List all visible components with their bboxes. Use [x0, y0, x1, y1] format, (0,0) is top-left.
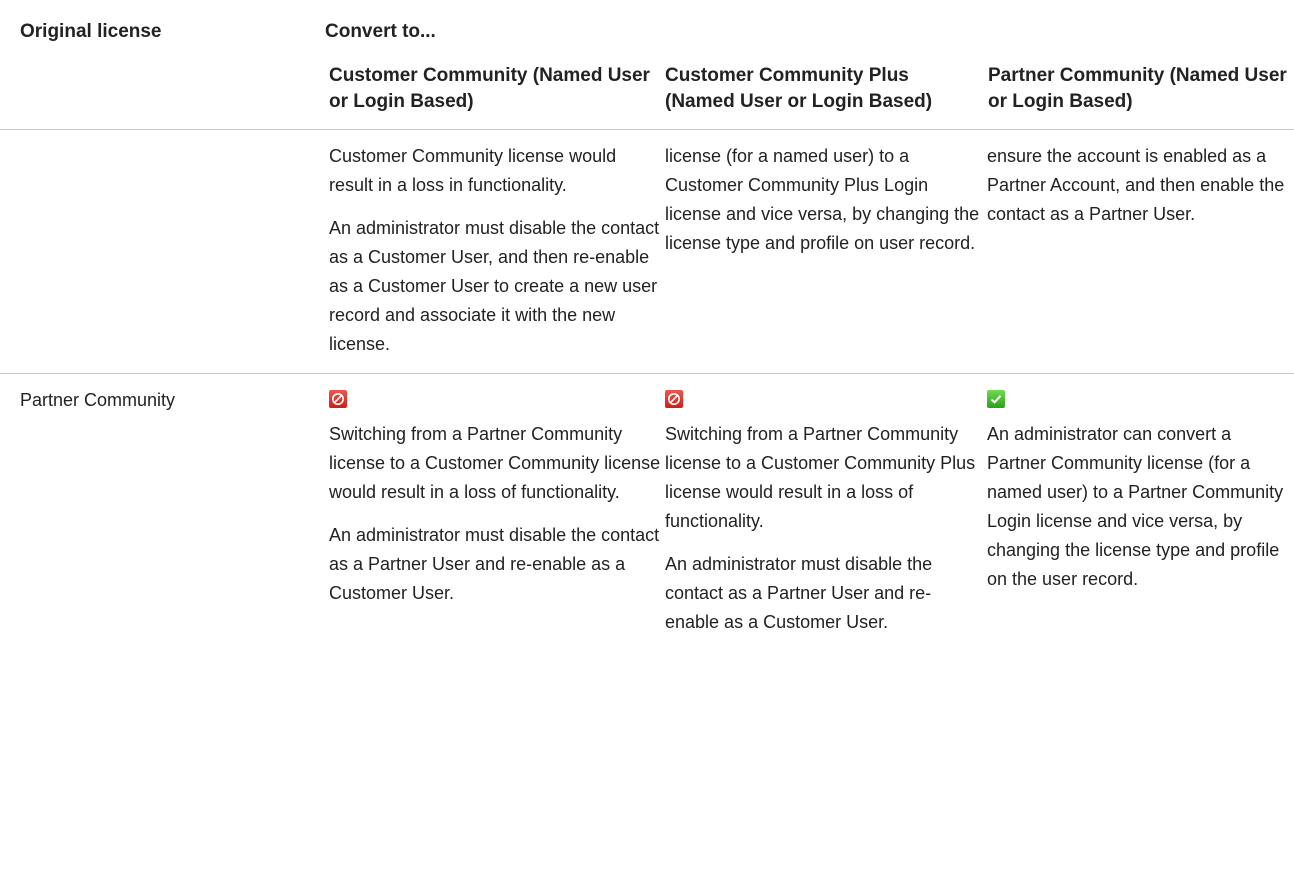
original-license-cell — [0, 130, 325, 374]
checkmark-icon — [987, 390, 1005, 408]
conversion-cell: Switching from a Partner Community licen… — [325, 374, 662, 652]
original-license-header: Original license — [20, 21, 162, 42]
conversion-cell: An administrator can convert a Partner C… — [983, 374, 1294, 652]
conversion-cell: Customer Community license would result … — [325, 130, 662, 374]
conversion-cell: license (for a named user) to a Customer… — [662, 130, 983, 374]
original-license-cell: Partner Community — [20, 390, 176, 410]
column-header-customer-community: Customer Community (Named User or Login … — [329, 65, 650, 112]
conversion-cell: ensure the account is enabled as a Partn… — [983, 130, 1294, 374]
cell-paragraph: Switching from a Partner Community licen… — [665, 424, 976, 531]
cell-paragraph: An administrator must disable the contac… — [329, 525, 660, 603]
license-conversion-table: Original license Convert to... Customer … — [0, 0, 1294, 651]
column-header-partner-community: Partner Community (Named User or Login B… — [988, 65, 1287, 112]
table-row: Partner Community Switching from a Partn… — [0, 374, 1294, 652]
not-allowed-icon — [329, 390, 347, 408]
cell-paragraph: An administrator must disable the contac… — [329, 218, 660, 354]
header-row-top: Original license Convert to... — [0, 0, 1294, 45]
cell-paragraph: Customer Community license would result … — [329, 146, 617, 195]
table-row: Customer Community license would result … — [0, 130, 1294, 374]
cell-paragraph: Switching from a Partner Community licen… — [329, 424, 661, 502]
column-header-customer-community-plus: Customer Community Plus (Named User or L… — [665, 65, 933, 112]
cell-paragraph: An administrator must disable the contac… — [665, 554, 933, 632]
cell-paragraph: An administrator can convert a Partner C… — [987, 424, 1284, 589]
conversion-cell: Switching from a Partner Community licen… — [662, 374, 983, 652]
cell-paragraph: ensure the account is enabled as a Partn… — [987, 146, 1285, 224]
cell-paragraph: license (for a named user) to a Customer… — [665, 146, 980, 253]
not-allowed-icon — [665, 390, 683, 408]
header-row-targets: Customer Community (Named User or Login … — [0, 45, 1294, 130]
convert-to-header: Convert to... — [325, 21, 436, 42]
